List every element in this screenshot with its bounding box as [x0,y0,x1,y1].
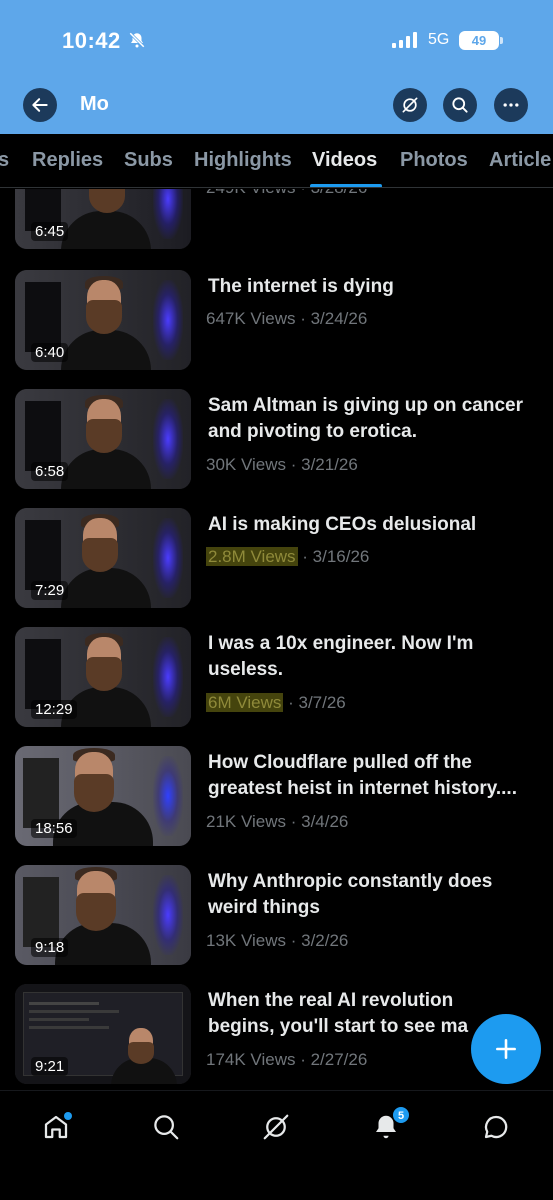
video-views: 249K Views [206,189,295,197]
video-thumbnail[interactable]: 9:18 [15,865,191,965]
tab-subs[interactable]: Subs [124,149,173,172]
video-title[interactable]: How Cloudflare pulled off the greatest h… [208,750,538,802]
video-views: 647K Views [206,309,296,328]
video-thumbnail[interactable]: 18:56 [15,746,191,846]
video-views: 30K Views [206,455,287,474]
search-button[interactable] [443,88,477,122]
video-duration: 7:29 [31,581,69,600]
more-icon [503,103,519,107]
video-list: 6:45 crazy 249K Views · 3/28/26 6:40 The… [0,189,553,1089]
video-thumbnail[interactable]: 9:21 [15,984,191,1084]
bottom-nav: 5 [0,1090,553,1200]
video-title[interactable]: AI is making CEOs delusional [208,512,538,538]
video-views-highlighted: 6M Views [206,693,284,712]
video-duration: 18:56 [31,819,77,838]
network-type: 5G [428,31,450,48]
video-item[interactable]: 7:29 AI is making CEOs delusional 2.8M V… [0,508,553,618]
video-thumbnail[interactable]: 6:40 [15,270,191,370]
video-item[interactable]: 6:40 The internet is dying 647K Views · … [0,270,553,380]
video-item[interactable]: 9:18 Why Anthropic constantly does weird… [0,865,553,975]
tab-partial[interactable]: s [0,149,9,172]
video-meta: 174K Views · 2/27/26 [206,1050,367,1070]
video-meta: 2.8M Views · 3/16/26 [206,547,369,567]
video-meta: 30K Views · 3/21/26 [206,455,358,475]
video-date: · 3/16/26 [297,547,370,566]
more-button[interactable] [494,88,528,122]
video-duration: 6:45 [31,222,69,241]
video-duration: 9:21 [31,1057,69,1076]
video-views: 174K Views [206,1050,296,1069]
search-icon [154,1115,179,1140]
tab-replies[interactable]: Replies [32,149,103,172]
video-duration: 6:58 [31,462,69,481]
profile-name: Mo [80,93,109,115]
video-duration: 9:18 [31,938,69,957]
active-tab-indicator [310,184,382,187]
nav-notifications[interactable]: 5 [368,1106,410,1145]
video-views: 21K Views [206,812,287,831]
tab-articles[interactable]: Article [489,149,551,172]
profile-tabs: s Replies Subs Highlights Videos Photos … [0,134,553,188]
video-thumbnail[interactable]: 7:29 [15,508,191,608]
video-meta: 249K Views · 3/28/26 [206,189,367,198]
video-item[interactable]: 9:21 When the real AI revolution begins,… [0,984,553,1089]
video-date: · 3/21/26 [286,455,358,474]
video-meta: 647K Views · 3/24/26 [206,309,367,329]
video-date: · 3/4/26 [286,812,349,831]
nav-home[interactable] [38,1109,74,1145]
grok-button[interactable] [393,88,427,122]
search-icon [452,97,468,113]
back-arrow-icon [32,98,48,112]
video-date: · 3/2/26 [286,931,349,950]
video-date: · 3/7/26 [283,693,346,712]
video-duration: 6:40 [31,343,69,362]
back-button[interactable] [23,88,57,122]
video-date: · 2/27/26 [295,1050,368,1069]
home-unread-dot [64,1112,72,1120]
video-item[interactable]: 18:56 How Cloudflare pulled off the grea… [0,746,553,856]
video-title[interactable]: When the real AI revolution begins, you'… [208,988,480,1040]
video-item[interactable]: 6:58 Sam Altman is giving up on cancer a… [0,389,553,499]
video-views-highlighted: 2.8M Views [206,547,298,566]
messages-icon [484,1115,508,1139]
video-title[interactable]: I was a 10x engineer. Now I'm useless. [208,631,538,683]
video-thumbnail[interactable]: 6:45 [15,189,191,249]
tab-photos[interactable]: Photos [400,149,468,172]
plus-icon [496,1039,516,1059]
video-item[interactable]: 12:29 I was a 10x engineer. Now I'm usel… [0,627,553,737]
video-title[interactable]: Sam Altman is giving up on cancer and pi… [208,393,538,445]
bell-slash-icon [129,32,145,48]
battery-icon: 49 [459,31,503,50]
status-time: 10:42 [62,28,121,53]
tab-highlights[interactable]: Highlights [194,149,292,172]
video-meta: 6M Views · 3/7/26 [206,693,346,713]
video-title[interactable]: The internet is dying [208,274,538,300]
video-date: · 3/24/26 [295,309,368,328]
signal-icon [392,32,417,48]
video-thumbnail[interactable]: 12:29 [15,627,191,727]
video-thumbnail[interactable]: 6:58 [15,389,191,489]
nav-messages[interactable] [478,1109,514,1145]
notification-count-badge: 5 [392,1106,410,1124]
nav-grok[interactable] [258,1109,294,1145]
profile-header: 10:42 5G 49 Mo [0,0,553,134]
video-item[interactable]: 6:45 crazy 249K Views · 3/28/26 [0,189,553,259]
video-meta: 21K Views · 3/4/26 [206,812,348,832]
video-duration: 12:29 [31,700,77,719]
video-meta: 13K Views · 3/2/26 [206,931,348,951]
grok-icon [263,1114,289,1140]
video-views: 13K Views [206,931,287,950]
video-date: · 3/28/26 [295,189,367,197]
nav-search[interactable] [148,1109,184,1145]
video-title[interactable]: Why Anthropic constantly does weird thin… [208,869,538,921]
tab-videos[interactable]: Videos [312,149,377,172]
compose-button[interactable] [471,1014,541,1084]
grok-icon [402,97,418,113]
